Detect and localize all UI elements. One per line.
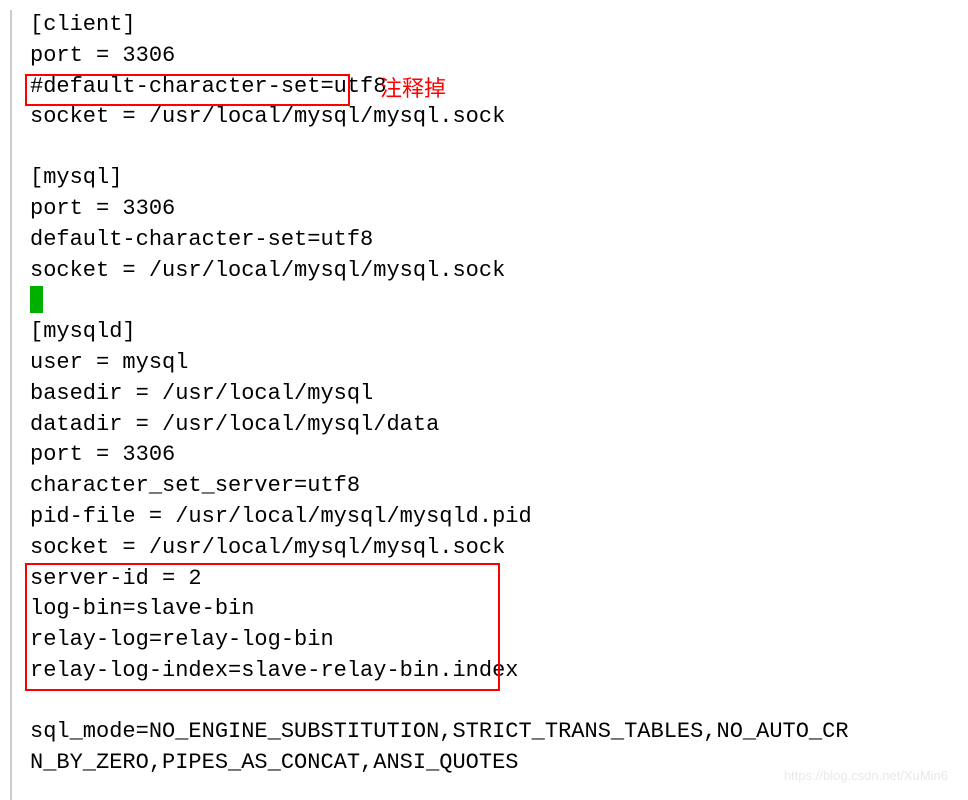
mysqld-port: port = 3306 [30,440,968,471]
terminal-cursor-icon [30,286,43,313]
mysqld-server-id: server-id = 2 [30,564,968,595]
mysql-socket: socket = /usr/local/mysql/mysql.sock [30,256,968,287]
blank-line [30,687,968,717]
mysqld-pid-file: pid-file = /usr/local/mysql/mysqld.pid [30,502,968,533]
client-socket: socket = /usr/local/mysql/mysql.sock [30,102,968,133]
blank-line [30,133,968,163]
mysql-port: port = 3306 [30,194,968,225]
mysql-section-header: [mysql] [30,163,968,194]
client-section-header: [client] [30,10,968,41]
client-port: port = 3306 [30,41,968,72]
mysqld-socket: socket = /usr/local/mysql/mysql.sock [30,533,968,564]
watermark-text: https://blog.csdn.net/XuMin6 [784,767,948,785]
left-margin-line [10,10,12,800]
cursor-line [30,286,968,317]
mysqld-log-bin: log-bin=slave-bin [30,594,968,625]
mysqld-datadir: datadir = /usr/local/mysql/data [30,410,968,441]
mysql-default-charset: default-character-set=utf8 [30,225,968,256]
mysqld-basedir: basedir = /usr/local/mysql [30,379,968,410]
mysqld-section-header: [mysqld] [30,317,968,348]
mysqld-relay-log: relay-log=relay-log-bin [30,625,968,656]
mysqld-sql-mode-line1: sql_mode=NO_ENGINE_SUBSTITUTION,STRICT_T… [30,717,968,748]
mysqld-relay-log-index: relay-log-index=slave-relay-bin.index [30,656,968,687]
mysqld-user: user = mysql [30,348,968,379]
config-file-content: [client] port = 3306 #default-character-… [0,10,968,778]
mysqld-charset-server: character_set_server=utf8 [30,471,968,502]
client-default-charset-commented: #default-character-set=utf8 [30,72,968,103]
